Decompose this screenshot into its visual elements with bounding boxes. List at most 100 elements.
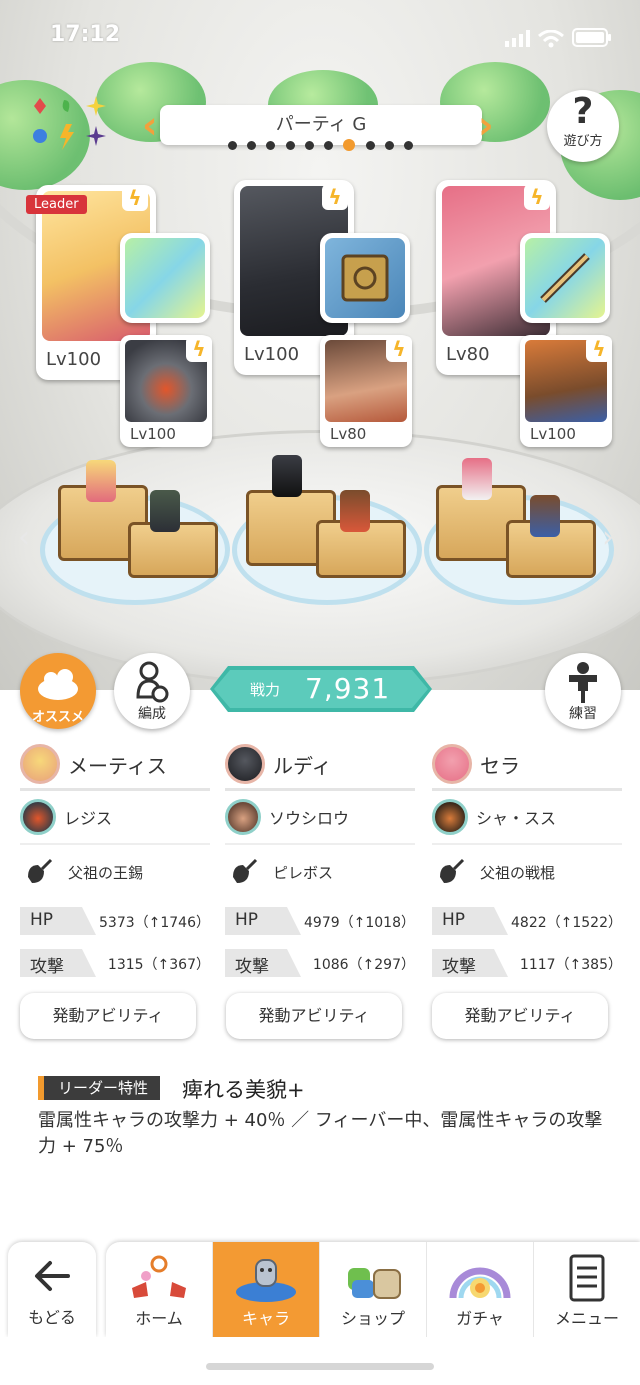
nav-shop[interactable]: ショップ: [320, 1242, 427, 1337]
page-dot[interactable]: [266, 140, 276, 150]
home-indicator-area: [0, 1337, 640, 1385]
lightning-icon: ϟ: [322, 184, 348, 210]
nav-home[interactable]: ホーム: [106, 1242, 213, 1337]
hp-value: 4979（↑1018）: [304, 915, 415, 931]
next-party-arrow[interactable]: ›: [478, 104, 500, 146]
back-button[interactable]: もどる: [8, 1242, 96, 1337]
element-filter-icon[interactable]: [30, 96, 110, 152]
member-sprite-1[interactable]: [86, 460, 116, 502]
weapon-icon: [440, 858, 465, 883]
attack-value: 1315（↑367）: [107, 957, 210, 973]
member-name: ルディ: [273, 753, 332, 778]
member-sprite-2[interactable]: [272, 455, 302, 497]
page-dot[interactable]: [228, 140, 237, 150]
weapon-icon: [233, 858, 258, 883]
member-avatar: [225, 744, 265, 784]
scroll-left-arrow[interactable]: ‹: [18, 520, 30, 555]
status-time: 17:12: [50, 22, 121, 47]
weapon-name: 父祖の王錫: [68, 863, 144, 882]
nav-menu[interactable]: メニュー: [534, 1242, 640, 1337]
scroll-right-arrow[interactable]: ›: [602, 520, 614, 555]
attack-label: 攻撃: [235, 957, 269, 977]
leader-trait-name: 痺れる美貌+: [182, 1078, 305, 1102]
formation-button[interactable]: 編成: [114, 653, 190, 729]
help-button[interactable]: ? 遊び方: [547, 90, 619, 162]
sub-level: Lv80: [330, 425, 367, 443]
battery-icon: [572, 28, 611, 47]
member-weapon-1[interactable]: [120, 233, 210, 323]
page-dot[interactable]: [403, 140, 413, 150]
weapon-name: ピレボス: [273, 863, 334, 882]
signal-icon: [505, 30, 530, 47]
member-sprite-3[interactable]: [462, 458, 492, 500]
bottom-nav: ホーム キャラ ショップ ガチャ メニュー: [106, 1242, 640, 1337]
weapon-icon: [28, 858, 53, 883]
nav-gacha[interactable]: ガチャ: [427, 1242, 534, 1337]
page-dot[interactable]: [304, 140, 314, 150]
sub-sprite-1[interactable]: [150, 490, 180, 532]
weapon-row[interactable]: 父祖の王錫: [20, 845, 210, 899]
page-dot[interactable]: [384, 140, 394, 150]
home-icon: [132, 1255, 186, 1298]
nav-gacha-label: ガチャ: [456, 1309, 504, 1328]
member-weapon-2[interactable]: [320, 233, 410, 323]
team-power: 戦力 7,931: [210, 666, 432, 712]
page-dot[interactable]: [365, 140, 375, 150]
training-dummy-icon: [569, 662, 597, 703]
practice-button[interactable]: 練習: [545, 653, 621, 729]
member-name: メーティス: [68, 753, 167, 778]
lightning-icon: ϟ: [186, 336, 212, 362]
member-name-row[interactable]: ルディ: [225, 740, 415, 791]
member-level: Lv80: [446, 344, 490, 365]
sub-name: シャ・スス: [476, 809, 557, 828]
question-icon: ?: [572, 91, 594, 132]
recommend-button[interactable]: オススメ: [20, 653, 96, 729]
hp-label: HP: [235, 910, 259, 930]
leader-trait-description: 雷属性キャラの攻撃力 + 40％ ／ フィーバー中、雷属性キャラの攻撃力 + 7…: [38, 1110, 603, 1157]
member-name-row[interactable]: メーティス: [20, 740, 210, 791]
sub-sprite-2[interactable]: [340, 490, 370, 532]
attack-stat: 攻撃 1315（↑367）: [20, 945, 210, 983]
ability-button-2[interactable]: 発動アビリティ: [226, 993, 402, 1039]
member-name-row[interactable]: セラ: [432, 740, 622, 791]
attack-label: 攻撃: [30, 957, 64, 977]
weapon-row[interactable]: ピレボス: [225, 845, 415, 899]
scepter-icon: [125, 238, 205, 318]
party-name: パーティ G: [275, 114, 367, 135]
member-avatar: [432, 744, 472, 784]
recommend-label: オススメ: [31, 710, 84, 725]
back-arrow-icon: [35, 1261, 70, 1291]
sub-avatar: [432, 799, 468, 835]
sub-name-row[interactable]: レジス: [20, 791, 210, 845]
gacha-icon: [449, 1267, 511, 1299]
attack-stat: 攻撃 1086（↑297）: [225, 945, 415, 983]
member-weapon-3[interactable]: [520, 233, 610, 323]
nav-character[interactable]: キャラ: [213, 1242, 320, 1337]
party-page-indicator[interactable]: [228, 139, 413, 151]
page-dot[interactable]: [324, 140, 334, 150]
nav-menu-label: メニュー: [554, 1309, 619, 1328]
staff-icon: [525, 238, 605, 318]
weapon-row[interactable]: 父祖の戦棍: [432, 845, 622, 899]
hp-label: HP: [442, 910, 466, 930]
lightning-icon: ϟ: [122, 185, 148, 211]
hp-value: 5373（↑1746）: [99, 915, 210, 931]
sub-name: ソウシロウ: [269, 809, 350, 828]
attack-value: 1117（↑385）: [519, 957, 622, 973]
sub-name-row[interactable]: シャ・スス: [432, 791, 622, 845]
ability-button-1[interactable]: 発動アビリティ: [20, 993, 196, 1039]
sub-avatar: [20, 799, 56, 835]
page-dot[interactable]: [285, 140, 295, 150]
attack-label: 攻撃: [442, 957, 476, 977]
lightning-icon: ϟ: [386, 336, 412, 362]
home-indicator[interactable]: [206, 1363, 434, 1370]
sub-name: レジス: [64, 809, 113, 828]
page-dot[interactable]: [247, 140, 257, 150]
page-dot-active[interactable]: [343, 139, 356, 151]
lightning-icon: ϟ: [586, 336, 612, 362]
sub-name-row[interactable]: ソウシロウ: [225, 791, 415, 845]
ability-button-3[interactable]: 発動アビリティ: [432, 993, 608, 1039]
book-icon: [325, 238, 405, 318]
sub-sprite-3[interactable]: [530, 495, 560, 537]
sub-level: Lv100: [130, 425, 176, 443]
